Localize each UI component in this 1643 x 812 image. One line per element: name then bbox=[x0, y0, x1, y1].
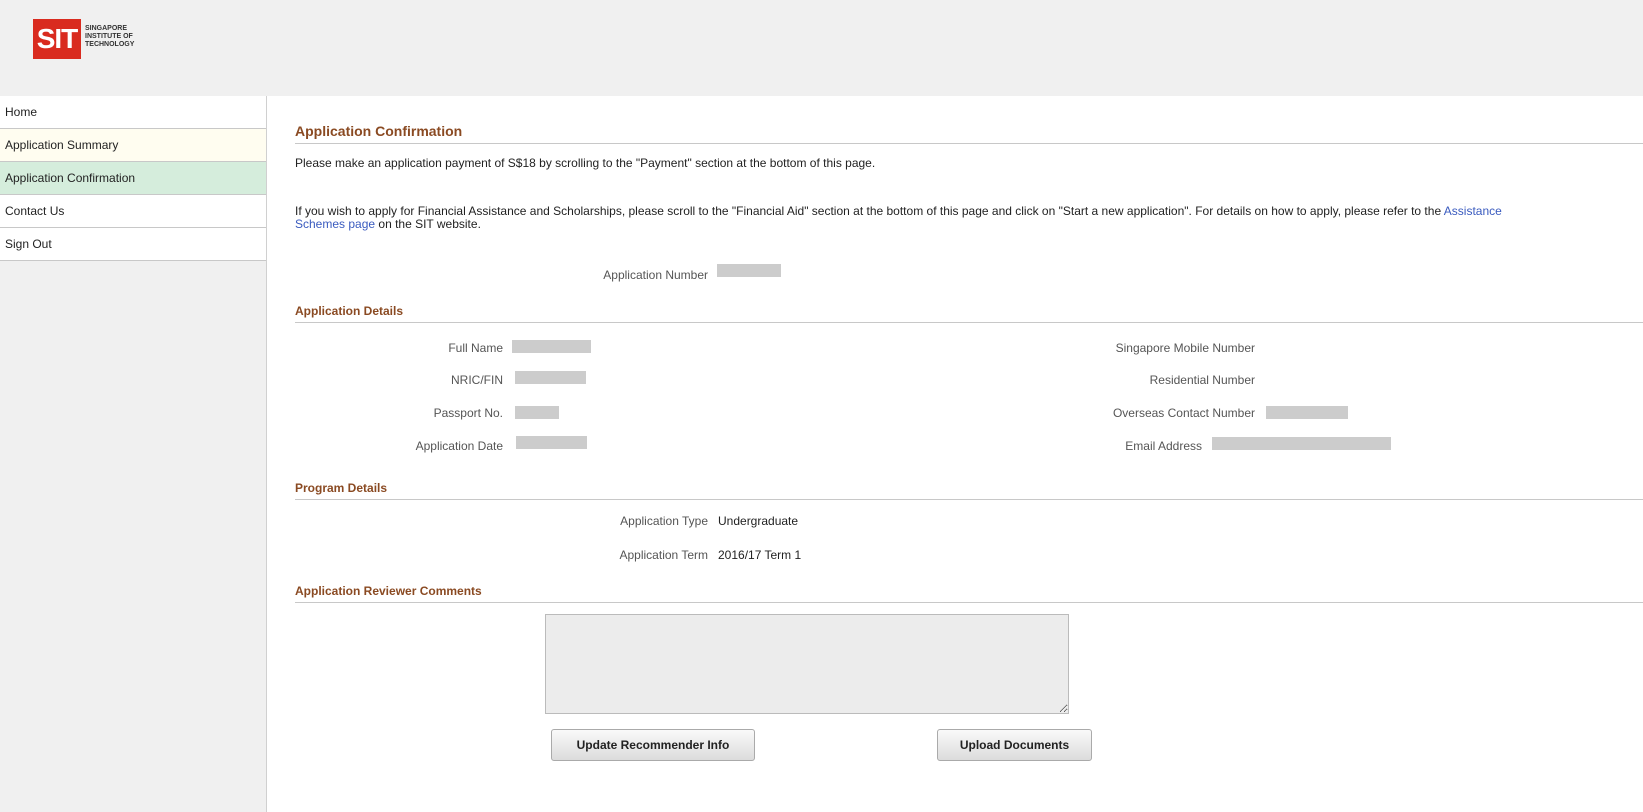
upload-documents-button[interactable]: Upload Documents bbox=[937, 729, 1092, 761]
logo-line: INSTITUTE OF bbox=[85, 33, 133, 40]
sidebar-item-contact-us[interactable]: Contact Us bbox=[0, 195, 266, 228]
sidebar-item-application-confirmation[interactable]: Application Confirmation bbox=[0, 162, 266, 195]
page-title: Application Confirmation bbox=[295, 123, 1643, 144]
mobile-number-label: Singapore Mobile Number bbox=[1115, 341, 1255, 355]
full-name-value bbox=[512, 340, 591, 353]
application-type-value: Undergraduate bbox=[718, 514, 799, 528]
payment-instructions: Please make an application payment of S$… bbox=[295, 156, 876, 170]
application-date-value bbox=[516, 436, 587, 449]
logo-text: SINGAPORE INSTITUTE OF TECHNOLOGY bbox=[85, 25, 157, 49]
application-term-label: Application Term bbox=[619, 548, 709, 562]
passport-value bbox=[515, 406, 559, 419]
update-recommender-button[interactable]: Update Recommender Info bbox=[551, 729, 755, 761]
full-name-label: Full Name bbox=[448, 341, 503, 355]
program-details-title: Program Details bbox=[295, 481, 1643, 500]
sidebar-nav: Home Application Summary Application Con… bbox=[0, 96, 267, 812]
sidebar-item-application-summary[interactable]: Application Summary bbox=[0, 129, 266, 162]
application-type-label: Application Type bbox=[620, 514, 708, 528]
reviewer-comments-title: Application Reviewer Comments bbox=[295, 584, 1643, 603]
financial-aid-text: If you wish to apply for Financial Assis… bbox=[295, 204, 1442, 218]
application-date-label: Application Date bbox=[415, 439, 503, 453]
application-details-title: Application Details bbox=[295, 304, 1643, 323]
main-content: Application Confirmation Please make an … bbox=[295, 96, 1643, 812]
email-address-label: Email Address bbox=[1125, 439, 1202, 453]
financial-aid-suffix: on the SIT website. bbox=[375, 217, 481, 231]
sidebar-item-sign-out[interactable]: Sign Out bbox=[0, 228, 266, 261]
logo-mark: SIT bbox=[33, 19, 81, 59]
email-address-value bbox=[1212, 437, 1391, 450]
passport-label: Passport No. bbox=[433, 406, 503, 420]
logo-line: TECHNOLOGY bbox=[85, 41, 135, 48]
application-number-label: Application Number bbox=[603, 268, 708, 282]
reviewer-comments-textarea[interactable] bbox=[545, 614, 1069, 714]
application-number-value bbox=[717, 264, 781, 277]
nric-value bbox=[515, 371, 586, 384]
residential-number-label: Residential Number bbox=[1149, 373, 1255, 387]
application-term-value: 2016/17 Term 1 bbox=[718, 548, 802, 562]
logo-line: SINGAPORE bbox=[85, 25, 128, 32]
overseas-contact-label: Overseas Contact Number bbox=[1112, 406, 1255, 420]
financial-aid-instructions: If you wish to apply for Financial Assis… bbox=[295, 205, 1555, 231]
nric-label: NRIC/FIN bbox=[451, 373, 503, 387]
sidebar-item-home[interactable]: Home bbox=[0, 96, 266, 129]
page-header: SIT SINGAPORE INSTITUTE OF TECHNOLOGY bbox=[0, 0, 1643, 96]
overseas-contact-value bbox=[1266, 406, 1348, 419]
